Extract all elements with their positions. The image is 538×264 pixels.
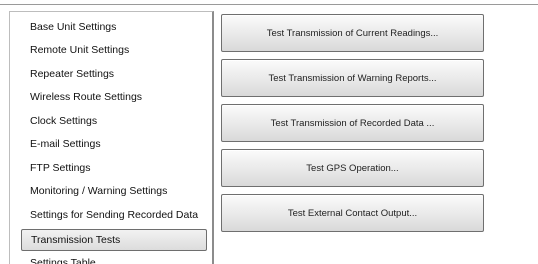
sidebar-item-ftp-settings[interactable]: FTP Settings	[21, 157, 207, 179]
sidebar-item-recorded-data-settings[interactable]: Settings for Sending Recorded Data	[21, 204, 207, 226]
sidebar-item-settings-table[interactable]: Settings Table	[21, 252, 207, 264]
sidebar-item-repeater-settings[interactable]: Repeater Settings	[21, 63, 207, 85]
sidebar-item-monitoring-warning-settings[interactable]: Monitoring / Warning Settings	[21, 180, 207, 202]
sidebar-item-clock-settings[interactable]: Clock Settings	[21, 110, 207, 132]
top-divider	[0, 4, 538, 5]
test-external-contact-button[interactable]: Test External Contact Output...	[221, 194, 484, 232]
settings-window: Base Unit Settings Remote Unit Settings …	[0, 0, 538, 264]
test-gps-operation-button[interactable]: Test GPS Operation...	[221, 149, 484, 187]
test-warning-reports-button[interactable]: Test Transmission of Warning Reports...	[221, 59, 484, 97]
sidebar-item-email-settings[interactable]: E-mail Settings	[21, 133, 207, 155]
sidebar-item-wireless-route-settings[interactable]: Wireless Route Settings	[21, 86, 207, 108]
sidebar-item-base-unit-settings[interactable]: Base Unit Settings	[21, 16, 207, 38]
sidebar-item-remote-unit-settings[interactable]: Remote Unit Settings	[21, 39, 207, 61]
test-recorded-data-button[interactable]: Test Transmission of Recorded Data ...	[221, 104, 484, 142]
sidebar-item-transmission-tests[interactable]: Transmission Tests	[21, 229, 207, 251]
test-current-readings-button[interactable]: Test Transmission of Current Readings...	[221, 14, 484, 52]
settings-sidebar: Base Unit Settings Remote Unit Settings …	[9, 11, 214, 264]
